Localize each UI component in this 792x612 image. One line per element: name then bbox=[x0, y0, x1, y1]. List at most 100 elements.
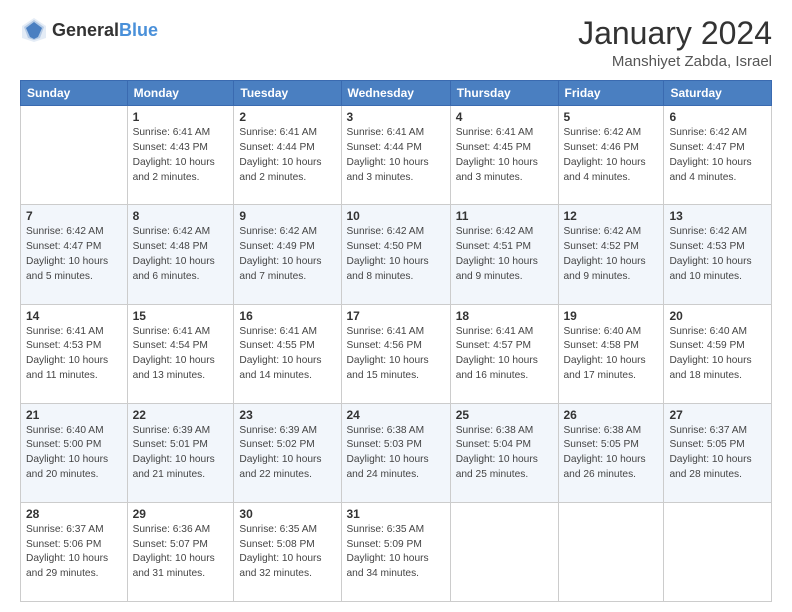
week-row-1: 7 Sunrise: 6:42 AMSunset: 4:47 PMDaylight… bbox=[21, 205, 772, 304]
day-info: Sunrise: 6:41 AMSunset: 4:56 PMDaylight:… bbox=[347, 325, 445, 384]
cell-w4-d5 bbox=[558, 502, 664, 601]
cell-w3-d2: 23 Sunrise: 6:39 AMSunset: 5:02 PMDayligh… bbox=[234, 403, 341, 502]
cell-w4-d1: 29Sunrise: 6:36 AMSunset: 5:07 PMDayligh… bbox=[127, 502, 234, 601]
day-number: 26 bbox=[564, 408, 659, 422]
month-title: January 2024 bbox=[578, 16, 772, 51]
day-info: Sunrise: 6:37 AMSunset: 5:05 PMDaylight:… bbox=[669, 424, 766, 483]
day-info: Sunrise: 6:41 AMSunset: 4:45 PMDaylight:… bbox=[456, 126, 553, 185]
day-info: Sunrise: 6:40 AMSunset: 5:00 PMDaylight:… bbox=[26, 424, 122, 483]
logo: GeneralBlue bbox=[20, 16, 158, 44]
cell-w0-d1: 1 Sunrise: 6:41 AMSunset: 4:43 PMDaylight… bbox=[127, 106, 234, 205]
day-info: Sunrise: 6:41 AMSunset: 4:43 PMDaylight:… bbox=[133, 126, 229, 185]
week-row-4: 28 Sunrise: 6:37 AMSunset: 5:06 PMDayligh… bbox=[21, 502, 772, 601]
week-row-0: 1 Sunrise: 6:41 AMSunset: 4:43 PMDaylight… bbox=[21, 106, 772, 205]
col-thursday: Thursday bbox=[450, 81, 558, 106]
week-row-2: 14 Sunrise: 6:41 AMSunset: 4:53 PMDayligh… bbox=[21, 304, 772, 403]
cell-w4-d6 bbox=[664, 502, 772, 601]
day-number: 12 bbox=[564, 209, 659, 223]
week-row-3: 21 Sunrise: 6:40 AMSunset: 5:00 PMDayligh… bbox=[21, 403, 772, 502]
day-info: Sunrise: 6:41 AMSunset: 4:55 PMDaylight:… bbox=[239, 325, 335, 384]
day-number: 4 bbox=[456, 110, 553, 124]
day-info: Sunrise: 6:41 AMSunset: 4:54 PMDaylight:… bbox=[133, 325, 229, 384]
day-number: 29 bbox=[133, 507, 229, 521]
day-info: Sunrise: 6:37 AMSunset: 5:06 PMDaylight:… bbox=[26, 523, 122, 582]
day-info: Sunrise: 6:42 AMSunset: 4:47 PMDaylight:… bbox=[669, 126, 766, 185]
col-monday: Monday bbox=[127, 81, 234, 106]
title-section: January 2024 Manshiyet Zabda, Israel bbox=[578, 16, 772, 70]
day-info: Sunrise: 6:41 AMSunset: 4:44 PMDaylight:… bbox=[347, 126, 445, 185]
day-info: Sunrise: 6:42 AMSunset: 4:46 PMDaylight:… bbox=[564, 126, 659, 185]
day-info: Sunrise: 6:42 AMSunset: 4:53 PMDaylight:… bbox=[669, 225, 766, 284]
day-number: 21 bbox=[26, 408, 122, 422]
day-info: Sunrise: 6:41 AMSunset: 4:44 PMDaylight:… bbox=[239, 126, 335, 185]
logo-blue: Blue bbox=[119, 20, 158, 40]
logo-text: GeneralBlue bbox=[52, 20, 158, 41]
day-number: 17 bbox=[347, 309, 445, 323]
day-number: 15 bbox=[133, 309, 229, 323]
header: GeneralBlue January 2024 Manshiyet Zabda… bbox=[20, 16, 772, 70]
day-number: 24 bbox=[347, 408, 445, 422]
cell-w0-d5: 5 Sunrise: 6:42 AMSunset: 4:46 PMDaylight… bbox=[558, 106, 664, 205]
day-number: 6 bbox=[669, 110, 766, 124]
day-number: 20 bbox=[669, 309, 766, 323]
day-number: 19 bbox=[564, 309, 659, 323]
day-info: Sunrise: 6:41 AMSunset: 4:53 PMDaylight:… bbox=[26, 325, 122, 384]
col-saturday: Saturday bbox=[664, 81, 772, 106]
day-number: 10 bbox=[347, 209, 445, 223]
day-number: 14 bbox=[26, 309, 122, 323]
day-info: Sunrise: 6:40 AMSunset: 4:58 PMDaylight:… bbox=[564, 325, 659, 384]
day-number: 22 bbox=[133, 408, 229, 422]
cell-w3-d0: 21 Sunrise: 6:40 AMSunset: 5:00 PMDayligh… bbox=[21, 403, 128, 502]
cell-w2-d5: 19 Sunrise: 6:40 AMSunset: 4:58 PMDayligh… bbox=[558, 304, 664, 403]
cell-w4-d3: 31Sunrise: 6:35 AMSunset: 5:09 PMDayligh… bbox=[341, 502, 450, 601]
day-info: Sunrise: 6:39 AMSunset: 5:01 PMDaylight:… bbox=[133, 424, 229, 483]
day-info: Sunrise: 6:42 AMSunset: 4:48 PMDaylight:… bbox=[133, 225, 229, 284]
cell-w1-d2: 9Sunrise: 6:42 AMSunset: 4:49 PMDaylight… bbox=[234, 205, 341, 304]
cell-w2-d0: 14 Sunrise: 6:41 AMSunset: 4:53 PMDayligh… bbox=[21, 304, 128, 403]
header-row: Sunday Monday Tuesday Wednesday Thursday… bbox=[21, 81, 772, 106]
day-number: 23 bbox=[239, 408, 335, 422]
cell-w4-d0: 28 Sunrise: 6:37 AMSunset: 5:06 PMDayligh… bbox=[21, 502, 128, 601]
col-tuesday: Tuesday bbox=[234, 81, 341, 106]
cell-w4-d4 bbox=[450, 502, 558, 601]
cell-w1-d1: 8Sunrise: 6:42 AMSunset: 4:48 PMDaylight… bbox=[127, 205, 234, 304]
cell-w3-d3: 24Sunrise: 6:38 AMSunset: 5:03 PMDayligh… bbox=[341, 403, 450, 502]
calendar-page: GeneralBlue January 2024 Manshiyet Zabda… bbox=[0, 0, 792, 612]
calendar-table: Sunday Monday Tuesday Wednesday Thursday… bbox=[20, 80, 772, 602]
day-info: Sunrise: 6:38 AMSunset: 5:04 PMDaylight:… bbox=[456, 424, 553, 483]
cell-w2-d1: 15 Sunrise: 6:41 AMSunset: 4:54 PMDayligh… bbox=[127, 304, 234, 403]
logo-icon bbox=[20, 16, 48, 44]
logo-general: General bbox=[52, 20, 119, 40]
cell-w3-d1: 22 Sunrise: 6:39 AMSunset: 5:01 PMDayligh… bbox=[127, 403, 234, 502]
cell-w0-d6: 6 Sunrise: 6:42 AMSunset: 4:47 PMDaylight… bbox=[664, 106, 772, 205]
day-number: 16 bbox=[239, 309, 335, 323]
day-info: Sunrise: 6:41 AMSunset: 4:57 PMDaylight:… bbox=[456, 325, 553, 384]
cell-w3-d4: 25 Sunrise: 6:38 AMSunset: 5:04 PMDayligh… bbox=[450, 403, 558, 502]
day-info: Sunrise: 6:42 AMSunset: 4:51 PMDaylight:… bbox=[456, 225, 553, 284]
cell-w2-d4: 18 Sunrise: 6:41 AMSunset: 4:57 PMDayligh… bbox=[450, 304, 558, 403]
day-number: 28 bbox=[26, 507, 122, 521]
cell-w3-d6: 27Sunrise: 6:37 AMSunset: 5:05 PMDayligh… bbox=[664, 403, 772, 502]
day-number: 18 bbox=[456, 309, 553, 323]
day-info: Sunrise: 6:35 AMSunset: 5:08 PMDaylight:… bbox=[239, 523, 335, 582]
day-number: 3 bbox=[347, 110, 445, 124]
day-number: 11 bbox=[456, 209, 553, 223]
day-number: 1 bbox=[133, 110, 229, 124]
cell-w1-d4: 11 Sunrise: 6:42 AMSunset: 4:51 PMDayligh… bbox=[450, 205, 558, 304]
day-info: Sunrise: 6:42 AMSunset: 4:47 PMDaylight:… bbox=[26, 225, 122, 284]
day-number: 7 bbox=[26, 209, 122, 223]
cell-w2-d3: 17 Sunrise: 6:41 AMSunset: 4:56 PMDayligh… bbox=[341, 304, 450, 403]
cell-w0-d4: 4 Sunrise: 6:41 AMSunset: 4:45 PMDaylight… bbox=[450, 106, 558, 205]
location-title: Manshiyet Zabda, Israel bbox=[578, 53, 772, 70]
day-number: 25 bbox=[456, 408, 553, 422]
day-info: Sunrise: 6:39 AMSunset: 5:02 PMDaylight:… bbox=[239, 424, 335, 483]
cell-w1-d6: 13Sunrise: 6:42 AMSunset: 4:53 PMDayligh… bbox=[664, 205, 772, 304]
cell-w1-d5: 12 Sunrise: 6:42 AMSunset: 4:52 PMDayligh… bbox=[558, 205, 664, 304]
col-sunday: Sunday bbox=[21, 81, 128, 106]
day-number: 31 bbox=[347, 507, 445, 521]
day-info: Sunrise: 6:42 AMSunset: 4:52 PMDaylight:… bbox=[564, 225, 659, 284]
day-info: Sunrise: 6:40 AMSunset: 4:59 PMDaylight:… bbox=[669, 325, 766, 384]
cell-w1-d3: 10Sunrise: 6:42 AMSunset: 4:50 PMDayligh… bbox=[341, 205, 450, 304]
day-number: 5 bbox=[564, 110, 659, 124]
cell-w0-d3: 3 Sunrise: 6:41 AMSunset: 4:44 PMDaylight… bbox=[341, 106, 450, 205]
